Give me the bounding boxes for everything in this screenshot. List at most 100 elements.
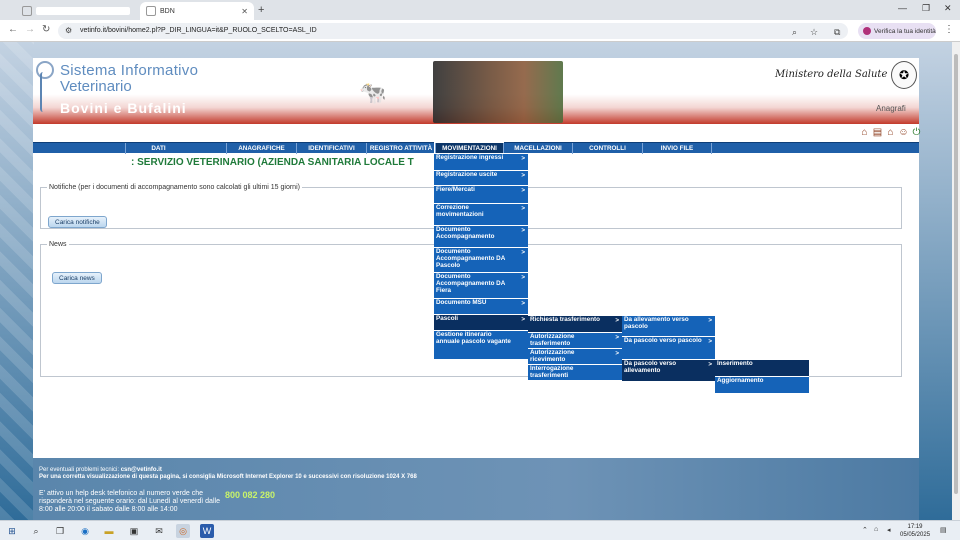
dd-item-label: Registrazione ingressi: [436, 154, 504, 161]
submenu-arrow-icon: >: [521, 205, 525, 212]
minimize-icon[interactable]: —: [898, 3, 907, 13]
verify-identity-button[interactable]: Verifica la tua identità: [858, 23, 936, 39]
submenu-arrow-icon: >: [521, 300, 525, 307]
tab-favicon-icon: [22, 6, 32, 16]
dd-allevamento-verso-pascolo[interactable]: Da allevamento verso pascolo >: [622, 315, 715, 336]
system-clock[interactable]: 17:19 05/05/2025: [900, 523, 930, 539]
document-icon[interactable]: ▤: [872, 127, 883, 138]
submenu-arrow-icon: >: [521, 274, 525, 281]
browser-menu-icon[interactable]: ⋮: [944, 24, 954, 35]
dd-documento-accompagnamento[interactable]: Documento Accompagnamento >: [434, 225, 528, 247]
support-email-link[interactable]: csn@vetinfo.it: [121, 467, 162, 473]
dd-item-label: Richiesta trasferimento: [530, 316, 600, 323]
back-icon[interactable]: ←: [8, 24, 18, 35]
dd-interrogazione-trasferimenti[interactable]: Interrogazione trasferimenti: [528, 364, 622, 380]
service-title: : SERVIZIO VETERINARIO (AZIENDA SANITARI…: [131, 157, 414, 168]
extensions-icon[interactable]: ⧉: [834, 27, 840, 38]
carica-notifiche-button[interactable]: Carica notifiche: [48, 216, 107, 228]
clock-time: 17:19: [907, 524, 923, 530]
store-icon[interactable]: ▣: [127, 524, 141, 538]
browser-toolbar: ← → ↻ ⚙ vetinfo.it/bovini/home2.pl?P_DIR…: [0, 20, 960, 42]
cattle-banner-image: [433, 61, 563, 123]
file-explorer-icon[interactable]: ▬: [102, 524, 116, 538]
dd-fiere-mercati[interactable]: Fiere/Mercati >: [434, 185, 528, 203]
clock-date: 05/05/2025: [900, 532, 931, 538]
tray-chevron-icon[interactable]: ⌃: [862, 526, 868, 534]
dd-inserimento[interactable]: Inserimento: [715, 359, 809, 376]
menu-anagrafiche[interactable]: ANAGRAFICHE: [226, 143, 296, 154]
menu-identificativi[interactable]: IDENTIFICATIVI: [296, 143, 366, 154]
user-icon[interactable]: ☺: [898, 127, 909, 138]
menu-invio-file[interactable]: INVIO FILE: [642, 143, 712, 154]
verify-identity-label: Verifica la tua identità: [874, 27, 936, 35]
dd-autorizzazione-trasferimento[interactable]: Autorizzazione trasferimento >: [528, 332, 622, 348]
dd-correzione-movimentazioni[interactable]: Correzione movimentazioni >: [434, 203, 528, 225]
farm-icon[interactable]: ⌂: [885, 127, 896, 138]
dd-item-label: Correzione movimentazioni: [436, 204, 484, 218]
tab-favicon-icon: [146, 6, 156, 16]
reload-icon[interactable]: ↻: [42, 24, 50, 35]
menu-registro-attivita[interactable]: REGISTRO ATTIVITÀ: [366, 143, 435, 154]
browser-tab-bdn[interactable]: BDN ✕: [140, 2, 254, 20]
dd-item-label: Pascoli: [436, 315, 459, 322]
address-bar[interactable]: ⚙ vetinfo.it/bovini/home2.pl?P_DIR_LINGU…: [58, 23, 848, 39]
anagrafi-label: Anagrafi: [876, 104, 906, 113]
edge-icon[interactable]: ◉: [78, 524, 92, 538]
site-title-line2: Veterinario: [60, 78, 132, 95]
address-url[interactable]: vetinfo.it/bovini/home2.pl?P_DIR_LINGUA=…: [80, 27, 317, 34]
mail-icon[interactable]: ✉: [152, 524, 166, 538]
italian-emblem-icon: ✪: [891, 61, 917, 89]
exit-icon[interactable]: ⏻: [911, 127, 922, 138]
dd-aggiornamento[interactable]: Aggiornamento: [715, 376, 809, 393]
home-icon[interactable]: ⌂: [859, 127, 870, 138]
zoom-icon[interactable]: ⌕: [792, 27, 797, 38]
caduceus-staff-icon: [40, 72, 46, 112]
browser-tab-1[interactable]: [16, 2, 136, 20]
dd-item-label: Inserimento: [717, 360, 753, 367]
notifiche-legend: Notifiche (per i documenti di accompagna…: [49, 184, 300, 191]
dd-richiesta-trasferimento[interactable]: Richiesta trasferimento >: [528, 315, 622, 332]
new-tab-button[interactable]: +: [258, 4, 264, 16]
notifications-icon[interactable]: ▤: [940, 526, 947, 534]
maximize-icon[interactable]: ❐: [922, 3, 930, 14]
dd-pascoli[interactable]: Pascoli >: [434, 314, 528, 330]
dd-autorizzazione-ricevimento[interactable]: Autorizzazione ricevimento >: [528, 348, 622, 364]
dd-registrazione-ingressi[interactable]: Registrazione ingressi >: [434, 153, 528, 170]
footer-problems-text: Per eventuali problemi tecnici:: [39, 467, 121, 473]
submenu-arrow-icon: >: [708, 361, 712, 368]
site-header: Sistema Informativo Veterinario Bovini e…: [33, 58, 919, 124]
forward-icon[interactable]: →: [25, 24, 35, 35]
network-icon[interactable]: ⌂: [874, 526, 878, 533]
dd-item-label: Registrazione uscite: [436, 171, 498, 178]
bookmark-star-icon[interactable]: ☆: [810, 27, 818, 38]
search-icon[interactable]: ⌕: [29, 524, 43, 538]
dd-registrazione-uscite[interactable]: Registrazione uscite >: [434, 170, 528, 185]
chrome-icon[interactable]: ◎: [176, 524, 190, 538]
dd-pascolo-verso-allevamento[interactable]: Da pascolo verso allevamento >: [622, 359, 715, 381]
menu-dati[interactable]: DATI: [125, 143, 191, 154]
main-menu-bar: DATI ANAGRAFICHE IDENTIFICATIVI REGISTRO…: [33, 142, 919, 155]
site-info-icon[interactable]: ⚙: [65, 26, 72, 35]
close-window-icon[interactable]: ✕: [944, 3, 952, 14]
dd-gestione-itinerario[interactable]: Gestione itinerario annuale pascolo vaga…: [434, 330, 528, 359]
tab-close-icon[interactable]: ✕: [241, 7, 248, 16]
helpdesk-phone: 800 082 280: [225, 490, 276, 500]
allevamento-submenu: Inserimento Aggiornamento: [715, 359, 809, 393]
task-view-icon[interactable]: ❐: [53, 524, 67, 538]
volume-icon[interactable]: ◂: [887, 526, 891, 534]
scrollbar-thumb[interactable]: [954, 54, 958, 494]
dd-pascolo-verso-pascolo[interactable]: Da pascolo verso pascolo >: [622, 336, 715, 359]
vertical-scrollbar[interactable]: [952, 42, 960, 520]
carica-news-button[interactable]: Carica news: [52, 272, 102, 284]
dd-documento-da-fiera[interactable]: Documento Accompagnamento DA Fiera >: [434, 272, 528, 298]
dd-documento-da-pascolo[interactable]: Documento Accompagnamento DA Pascolo >: [434, 247, 528, 272]
tab-title: BDN: [160, 7, 175, 15]
site-subtitle: Bovini e Bufalini: [60, 100, 187, 116]
word-icon[interactable]: W: [200, 524, 214, 538]
submenu-arrow-icon: >: [615, 334, 619, 341]
dd-documento-msu[interactable]: Documento MSU >: [434, 298, 528, 314]
submenu-arrow-icon: >: [521, 172, 525, 179]
submenu-arrow-icon: >: [521, 187, 525, 194]
menu-controlli[interactable]: CONTROLLI: [572, 143, 642, 154]
start-icon[interactable]: ⊞: [5, 524, 19, 538]
